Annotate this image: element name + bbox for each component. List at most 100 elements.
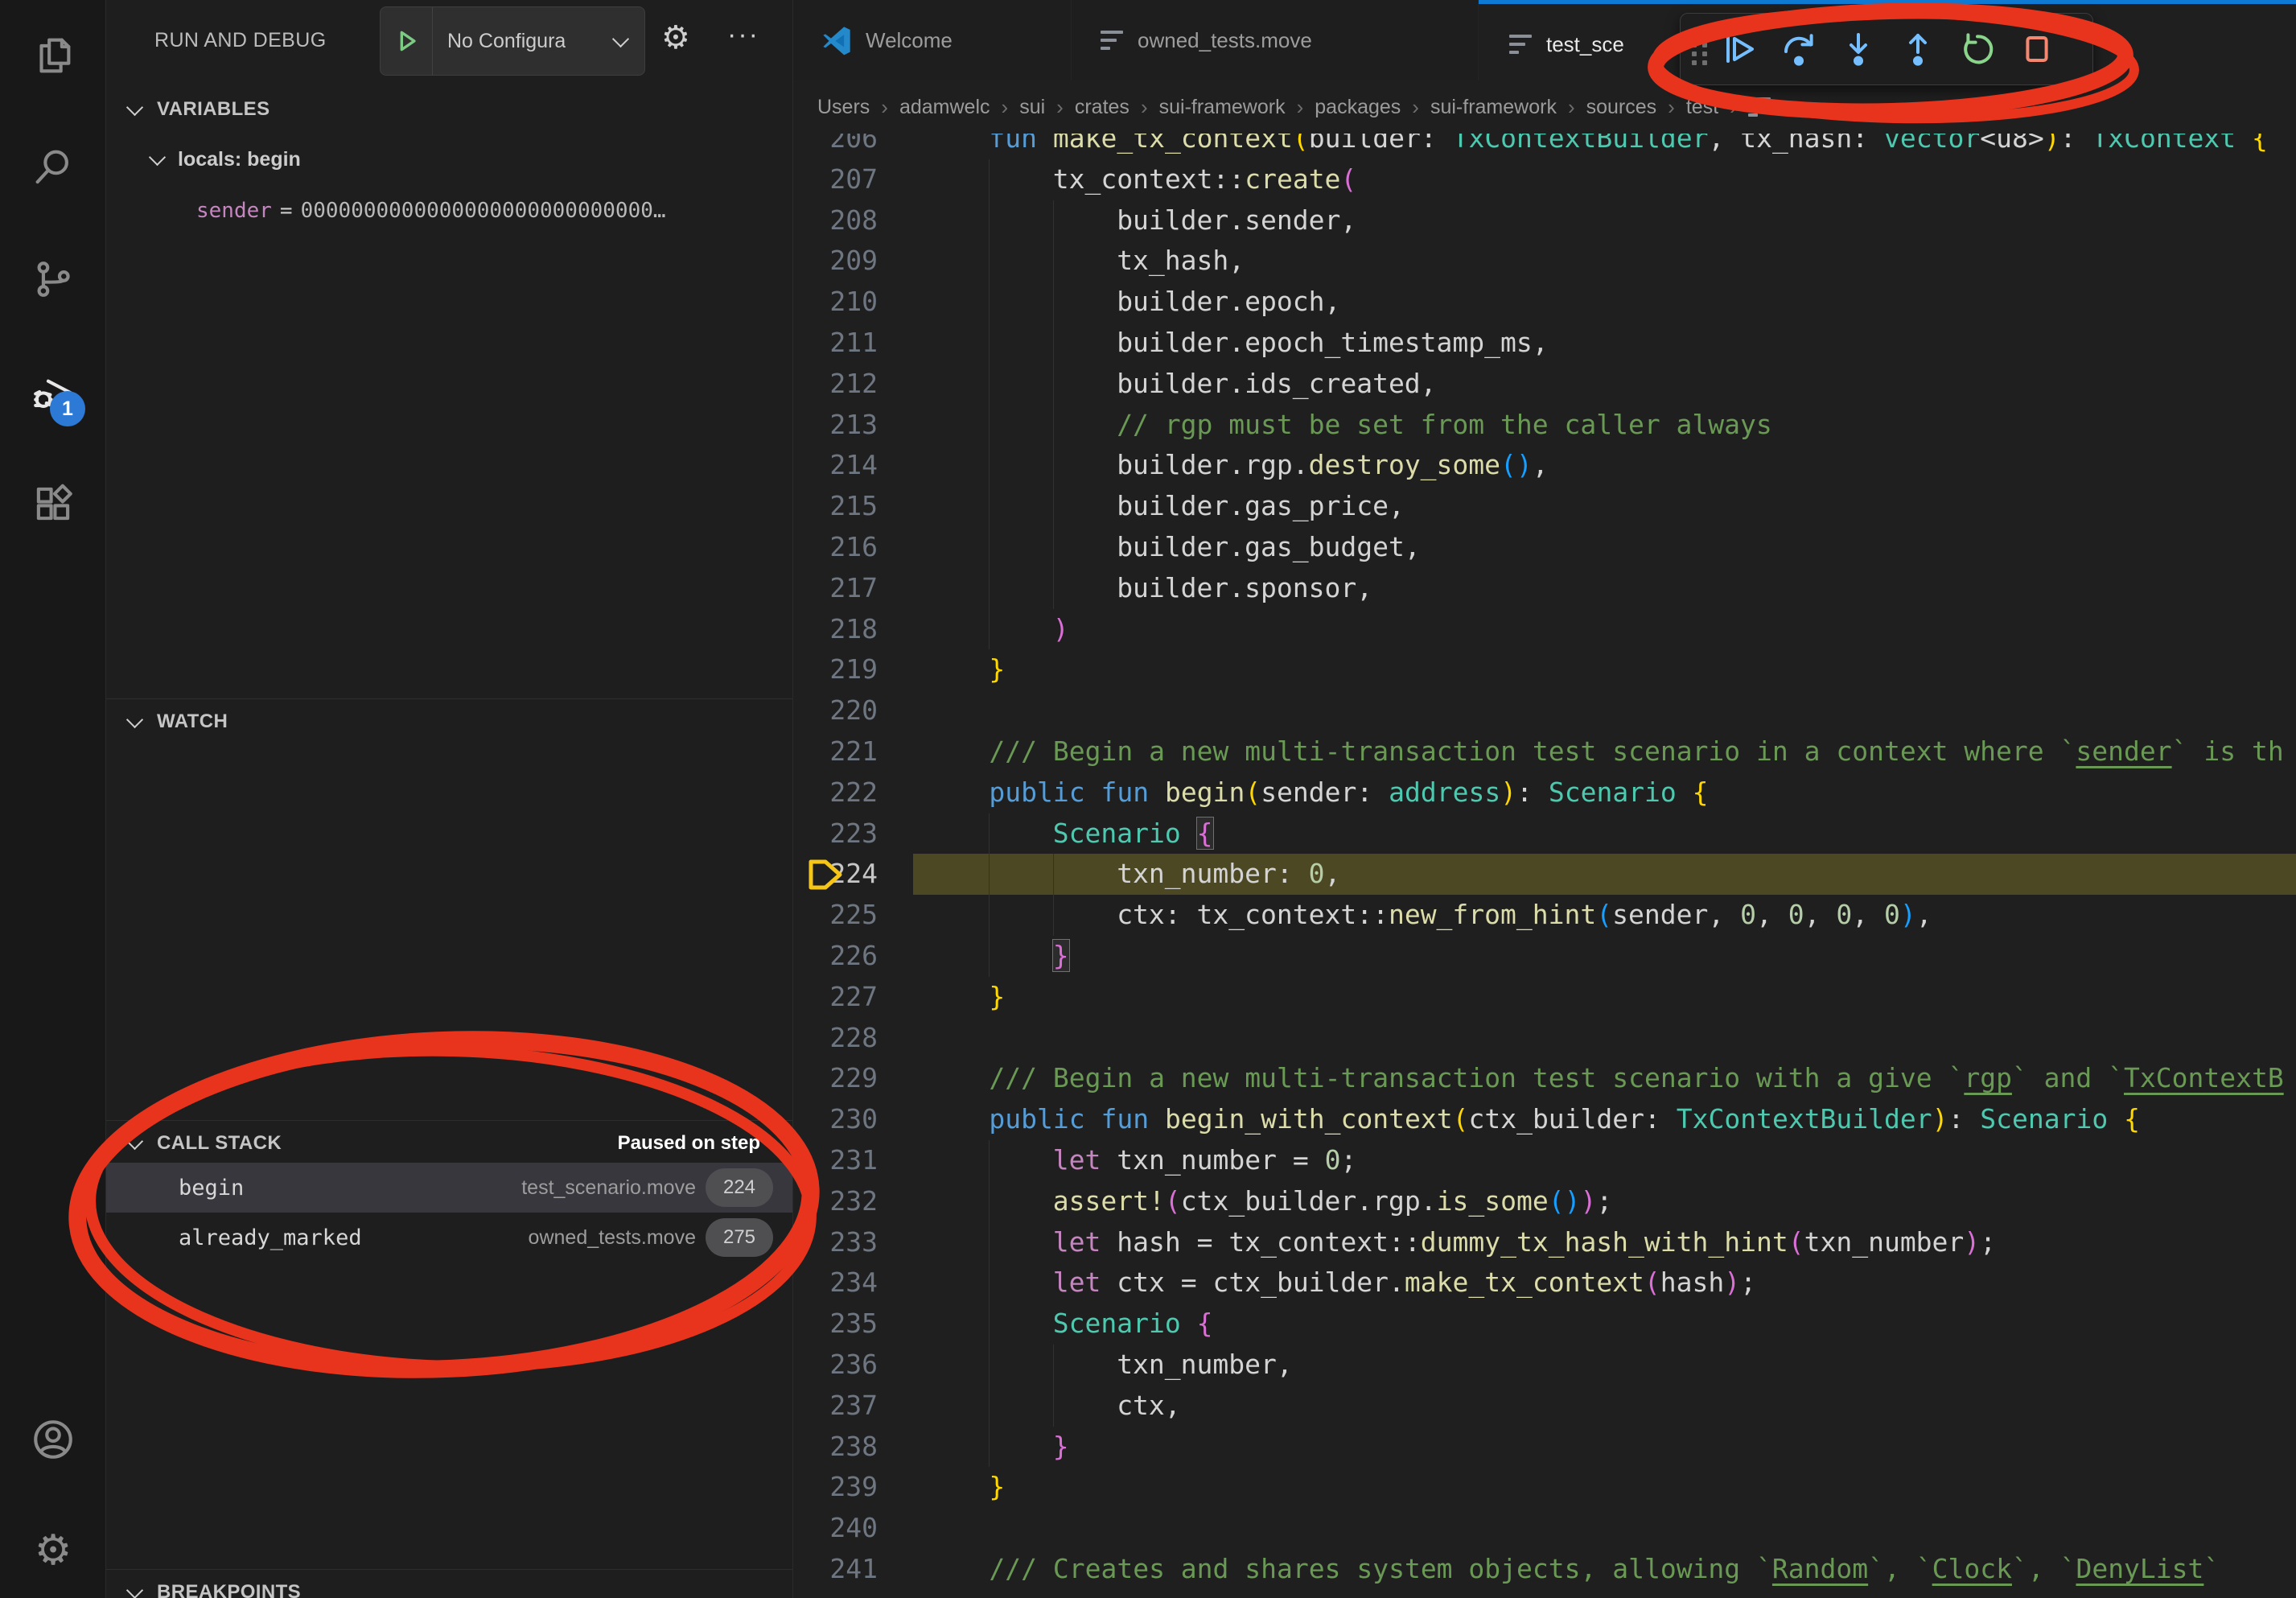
gutter[interactable]: 209 xyxy=(793,241,913,282)
code-line[interactable]: 226} xyxy=(793,936,2296,977)
settings-gear-icon[interactable]: ⚙ xyxy=(30,1527,76,1574)
breadcrumb-item[interactable]: test xyxy=(1686,96,1718,119)
account-icon[interactable] xyxy=(30,1416,76,1463)
code-line[interactable]: 233let hash = tx_context::dummy_tx_hash_… xyxy=(793,1222,2296,1263)
gutter[interactable]: 216 xyxy=(793,527,913,568)
step-over-button[interactable] xyxy=(1770,20,1828,78)
code-line[interactable]: 228 xyxy=(793,1018,2296,1059)
code-line[interactable]: 224txn_number: 0, xyxy=(793,854,2296,895)
gutter[interactable]: 225 xyxy=(793,895,913,936)
gutter[interactable]: 211 xyxy=(793,323,913,364)
gutter[interactable]: 231 xyxy=(793,1140,913,1181)
stack-frame-already-marked[interactable]: already_marked owned_tests.move 275 xyxy=(106,1213,792,1262)
gutter[interactable]: 220 xyxy=(793,690,913,731)
gutter[interactable]: 230 xyxy=(793,1099,913,1140)
code-line[interactable]: 240 xyxy=(793,1508,2296,1549)
variable-row[interactable]: sender = 0000000000000000000000000000… xyxy=(196,190,784,232)
gutter[interactable]: 212 xyxy=(793,364,913,405)
code-line[interactable]: 232assert!(ctx_builder.rgp.is_some()); xyxy=(793,1181,2296,1222)
breadcrumb-item[interactable]: sui xyxy=(1019,96,1045,119)
code-line[interactable]: 214builder.rgp.destroy_some(), xyxy=(793,445,2296,486)
call-stack-section-header[interactable]: CALL STACK Paused on step xyxy=(106,1121,792,1166)
gutter[interactable]: 223 xyxy=(793,813,913,855)
tab-owned-tests[interactable]: owned_tests.move xyxy=(1072,0,1479,80)
code-line[interactable]: 238} xyxy=(793,1427,2296,1468)
gutter[interactable]: 207 xyxy=(793,159,913,200)
more-actions-icon[interactable]: ··· xyxy=(727,19,759,51)
extensions-icon[interactable] xyxy=(30,480,76,527)
code-line[interactable]: 235Scenario { xyxy=(793,1304,2296,1345)
continue-button[interactable] xyxy=(1710,20,1768,78)
code-line[interactable]: 208builder.sender, xyxy=(793,200,2296,241)
code-line[interactable]: 210builder.epoch, xyxy=(793,282,2296,323)
code-line[interactable]: 218) xyxy=(793,609,2296,650)
gutter[interactable]: 239 xyxy=(793,1467,913,1508)
code-line[interactable]: 241/// Creates and shares system objects… xyxy=(793,1549,2296,1590)
breadcrumb-item[interactable]: crates xyxy=(1075,96,1129,119)
breadcrumb-item[interactable]: Users xyxy=(817,96,870,119)
gutter[interactable]: 232 xyxy=(793,1181,913,1222)
code-line[interactable]: 223Scenario { xyxy=(793,813,2296,855)
code-line[interactable]: 211builder.epoch_timestamp_ms, xyxy=(793,323,2296,364)
step-into-button[interactable] xyxy=(1829,20,1887,78)
tab-welcome[interactable]: Welcome xyxy=(793,0,1072,80)
restart-button[interactable] xyxy=(1948,20,2006,78)
gutter[interactable]: 213 xyxy=(793,405,913,446)
code-line[interactable]: 217builder.sponsor, xyxy=(793,568,2296,609)
gutter[interactable]: 233 xyxy=(793,1222,913,1263)
gutter[interactable]: 234 xyxy=(793,1262,913,1304)
gutter[interactable]: 218 xyxy=(793,609,913,650)
breadcrumb-file[interactable]: te xyxy=(1780,96,1797,119)
code-editor[interactable]: 206fun make_tx_context(builder: TxContex… xyxy=(793,118,2296,1590)
gutter[interactable]: 229 xyxy=(793,1058,913,1099)
code-line[interactable]: 231let txn_number = 0; xyxy=(793,1140,2296,1181)
gutter[interactable]: 235 xyxy=(793,1304,913,1345)
breadcrumb-item[interactable]: adamwelc xyxy=(899,96,990,119)
gutter[interactable]: 210 xyxy=(793,282,913,323)
gutter[interactable]: 236 xyxy=(793,1345,913,1386)
stop-button[interactable] xyxy=(2008,20,2066,78)
gutter[interactable]: 224 xyxy=(793,854,913,895)
source-control-icon[interactable] xyxy=(30,256,76,303)
code-line[interactable]: 230public fun begin_with_context(ctx_bui… xyxy=(793,1099,2296,1140)
gutter[interactable]: 215 xyxy=(793,486,913,527)
search-icon[interactable] xyxy=(30,144,76,191)
debug-settings-gear-icon[interactable]: ⚙ xyxy=(661,19,690,56)
breadcrumb-item[interactable]: sources xyxy=(1586,96,1657,119)
gutter[interactable]: 222 xyxy=(793,772,913,813)
code-line[interactable]: 219} xyxy=(793,649,2296,690)
code-line[interactable]: 234let ctx = ctx_builder.make_tx_context… xyxy=(793,1262,2296,1304)
code-line[interactable]: 209tx_hash, xyxy=(793,241,2296,282)
start-debug-icon[interactable] xyxy=(381,7,433,75)
code-line[interactable]: 225ctx: tx_context::new_from_hint(sender… xyxy=(793,895,2296,936)
breakpoints-section-header[interactable]: BREAKPOINTS xyxy=(106,1570,792,1598)
gutter[interactable]: 219 xyxy=(793,649,913,690)
code-line[interactable]: 236txn_number, xyxy=(793,1345,2296,1386)
code-line[interactable]: 213// rgp must be set from the caller al… xyxy=(793,405,2296,446)
step-out-button[interactable] xyxy=(1889,20,1947,78)
gutter[interactable]: 226 xyxy=(793,936,913,977)
gutter[interactable]: 227 xyxy=(793,977,913,1018)
variables-section-header[interactable]: VARIABLES xyxy=(106,87,792,132)
debug-config-dropdown[interactable]: No Configura xyxy=(380,6,645,76)
code-line[interactable]: 237ctx, xyxy=(793,1386,2296,1427)
gutter[interactable]: 241 xyxy=(793,1549,913,1590)
stack-frame-begin[interactable]: begin test_scenario.move 224 xyxy=(106,1163,792,1213)
code-line[interactable]: 221/// Begin a new multi-transaction tes… xyxy=(793,731,2296,772)
gutter[interactable]: 238 xyxy=(793,1427,913,1468)
breadcrumb-item[interactable]: sui-framework xyxy=(1159,96,1286,119)
code-line[interactable]: 216builder.gas_budget, xyxy=(793,527,2296,568)
code-line[interactable]: 215builder.gas_price, xyxy=(793,486,2296,527)
code-line[interactable]: 227} xyxy=(793,977,2296,1018)
breadcrumb-item[interactable]: packages xyxy=(1315,96,1401,119)
gutter[interactable]: 217 xyxy=(793,568,913,609)
gutter[interactable]: 221 xyxy=(793,731,913,772)
code-line[interactable]: 229/// Begin a new multi-transaction tes… xyxy=(793,1058,2296,1099)
breadcrumb-item[interactable]: sui-framework xyxy=(1430,96,1557,119)
gutter[interactable]: 228 xyxy=(793,1018,913,1059)
code-line[interactable]: 220 xyxy=(793,690,2296,731)
gutter[interactable]: 208 xyxy=(793,200,913,241)
drag-handle-icon[interactable] xyxy=(1692,34,1709,65)
gutter[interactable]: 240 xyxy=(793,1508,913,1549)
code-line[interactable]: 239} xyxy=(793,1467,2296,1508)
